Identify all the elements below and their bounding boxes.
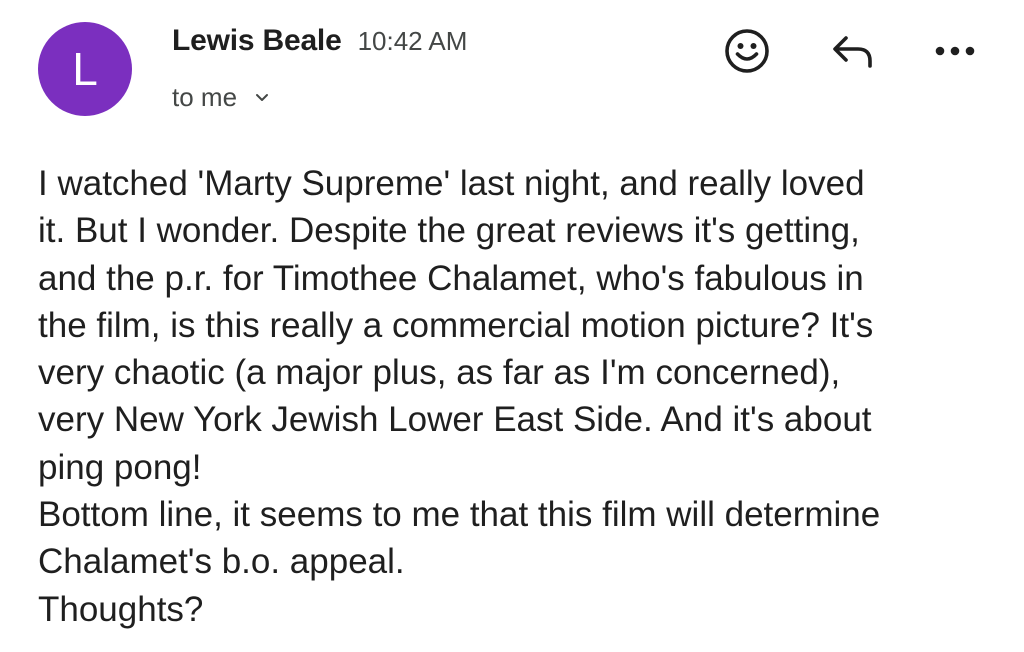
- body-line: very chaotic (a major plus, as far as I'…: [38, 353, 841, 393]
- body-line: Chalamet's b.o. appeal.: [38, 542, 405, 582]
- sender-header: Lewis Beale 10:42 AM: [172, 24, 467, 58]
- more-options-icon: [935, 46, 975, 56]
- body-line: very New York Jewish Lower East Side. An…: [38, 400, 872, 440]
- body-line: Thoughts?: [38, 589, 204, 629]
- body-line: the film, is this really a commercial mo…: [38, 305, 874, 345]
- reply-button[interactable]: [828, 30, 876, 72]
- recipient-label: to me: [172, 82, 238, 112]
- avatar[interactable]: L: [38, 22, 132, 116]
- chevron-down-icon: [255, 93, 269, 103]
- more-options-button[interactable]: [930, 36, 980, 66]
- sender-name[interactable]: Lewis Beale: [172, 24, 342, 58]
- emoji-reaction-button[interactable]: [724, 28, 770, 74]
- reply-icon: [833, 36, 872, 68]
- message-timestamp: 10:42 AM: [357, 26, 468, 56]
- body-line: and the p.r. for Timothee Chalamet, who'…: [38, 258, 864, 298]
- message-body: I watched 'Marty Supreme' last night, an…: [38, 160, 998, 633]
- body-line: I watched 'Marty Supreme' last night, an…: [38, 164, 865, 203]
- emoji-icon: [725, 29, 769, 73]
- body-line: ping pong!: [38, 447, 202, 487]
- body-line: Bottom line, it seems to me that this fi…: [38, 495, 881, 535]
- recipient-details-toggle[interactable]: to me: [172, 82, 269, 113]
- avatar-letter: L: [72, 43, 98, 95]
- body-line: it. But I wonder. Despite the great revi…: [38, 211, 860, 251]
